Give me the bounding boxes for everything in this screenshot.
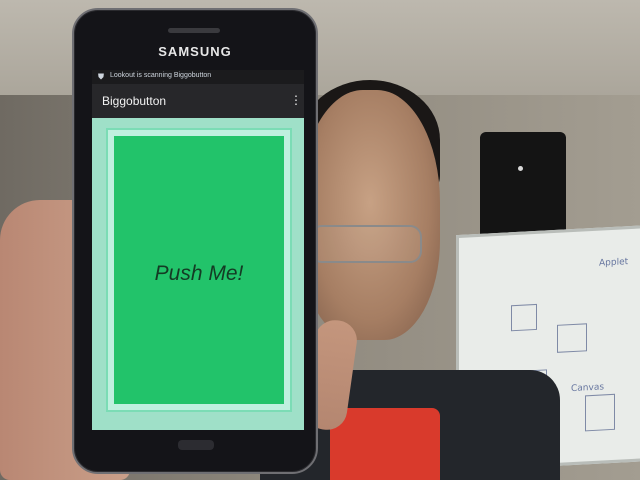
overflow-menu-icon[interactable]: ⋮ (290, 94, 302, 108)
phone-screen: ⛊ Lookout is scanning Biggobutton Biggob… (92, 70, 304, 430)
glasses (310, 225, 422, 263)
shield-icon: ⛊ (98, 72, 104, 81)
status-text: Lookout is scanning Biggobutton (110, 72, 212, 79)
home-button[interactable] (178, 440, 214, 450)
whiteboard-text-canvas: Canvas (571, 382, 605, 395)
person-head (300, 90, 440, 340)
app-bar: Biggobutton ⋮ (92, 84, 304, 118)
wall-speaker (480, 132, 566, 240)
status-bar: ⛊ Lookout is scanning Biggobutton (92, 70, 304, 84)
push-me-button[interactable]: Push Me! (106, 128, 292, 412)
whiteboard-text-applet: Applet (599, 257, 629, 269)
whiteboard-sketch-2 (557, 323, 587, 353)
smartphone: SAMSUNG ⛊ Lookout is scanning Biggobutto… (72, 8, 318, 474)
person-shirt (330, 408, 440, 480)
button-area: Push Me! (92, 118, 304, 430)
photo-scene: Applet Canvas SAMSUNG ⛊ Lookout is scann… (0, 0, 640, 480)
phone-speaker-slot (168, 28, 220, 33)
speaker-led (518, 166, 523, 171)
whiteboard-sketch-4 (585, 393, 615, 432)
push-me-label: Push Me! (154, 262, 244, 285)
whiteboard-sketch-1 (511, 303, 537, 332)
app-title: Biggobutton (102, 94, 167, 108)
phone-brand-logo: SAMSUNG (158, 44, 232, 59)
